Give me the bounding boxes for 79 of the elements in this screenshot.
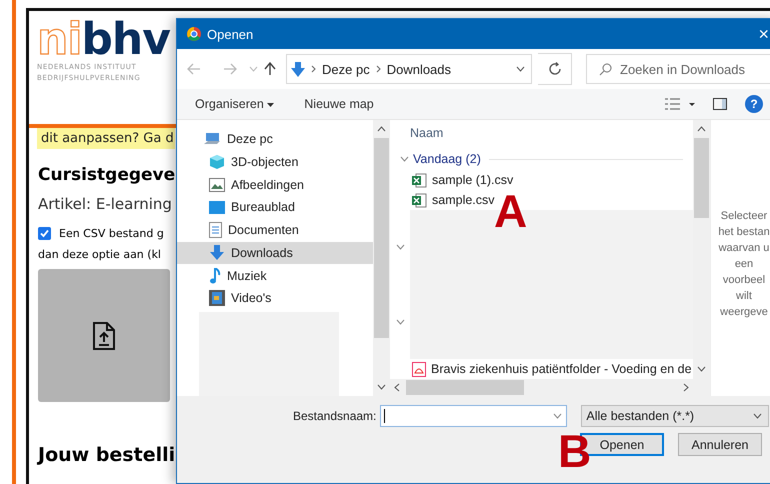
scrollbar-thumb[interactable]	[694, 138, 709, 218]
nav-item[interactable]: Downloads	[177, 242, 373, 264]
pdf-file-icon	[412, 362, 426, 376]
picture-icon	[209, 178, 225, 192]
address-bar[interactable]: Deze pc Downloads	[286, 54, 532, 84]
refresh-button[interactable]	[538, 53, 572, 85]
computer-icon	[203, 132, 221, 146]
preview-hint: een	[734, 257, 754, 272]
document-icon	[209, 222, 222, 238]
search-field[interactable]: Zoeken in Downloads	[586, 54, 770, 84]
search-icon	[599, 62, 612, 76]
chevron-down-icon[interactable]	[516, 66, 525, 72]
article-text: Artikel: E-learning	[38, 195, 172, 213]
preview-hint: weergeve	[720, 305, 768, 320]
chevron-down-icon[interactable]	[396, 318, 405, 325]
scroll-down-icon[interactable]	[697, 366, 706, 372]
scroll-up-icon[interactable]	[377, 126, 386, 132]
cube-icon	[209, 154, 225, 170]
file-item[interactable]: Bravis ziekenhuis patiëntfolder - Voeding en de	[390, 359, 693, 379]
breadcrumb-item[interactable]: Deze pc	[322, 62, 370, 76]
chevron-down-icon[interactable]	[400, 156, 409, 162]
refresh-icon	[548, 62, 562, 76]
film-icon	[209, 290, 225, 306]
option-label: Een CSV bestand g	[59, 227, 164, 240]
nav-item[interactable]: Afbeeldingen	[177, 173, 373, 196]
close-button[interactable]: ×	[758, 24, 769, 44]
spreadsheet-file-icon	[412, 192, 427, 208]
view-list-icon[interactable]	[665, 98, 695, 110]
checkbox[interactable]	[38, 227, 51, 240]
up-arrow-icon[interactable]	[264, 62, 276, 76]
file-item[interactable]: sample (1).csv	[390, 170, 693, 190]
nav-item[interactable]: Bureaublad	[177, 196, 373, 219]
cancel-button[interactable]: Annuleren	[678, 433, 762, 456]
file-upload-icon	[93, 322, 115, 350]
logo[interactable]: nibhv	[37, 19, 177, 61]
music-note-icon	[209, 268, 221, 284]
scroll-up-icon[interactable]	[697, 126, 706, 132]
filename-field[interactable]	[380, 405, 568, 427]
spreadsheet-file-icon	[412, 172, 427, 188]
download-arrow-icon	[209, 244, 225, 261]
chevron-right-icon	[311, 65, 316, 73]
chevron-down-icon[interactable]	[553, 413, 562, 419]
desktop-icon	[209, 200, 225, 214]
column-header[interactable]: Naam	[390, 120, 693, 148]
nav-item[interactable]: Muziek	[177, 264, 373, 287]
chevron-down-icon	[753, 413, 762, 419]
scrollbar-thumb[interactable]	[406, 380, 524, 395]
window-title: Openen	[207, 26, 254, 42]
option-label: dan deze optie aan (kl	[38, 248, 161, 261]
group-header[interactable]: Vandaag (2)	[413, 152, 481, 166]
filename-label: Bestandsnaam:	[293, 409, 376, 423]
scroll-left-icon[interactable]	[394, 383, 400, 392]
section-heading: Cursistgegeve	[38, 165, 176, 185]
chevron-down-icon[interactable]	[396, 244, 405, 250]
scroll-down-icon[interactable]	[377, 384, 386, 390]
scrollbar-thumb[interactable]	[374, 138, 389, 338]
preview-hint: waarvan u	[718, 241, 770, 256]
preview-pane-icon[interactable]	[713, 98, 727, 110]
organise-menu[interactable]: Organiseren	[195, 97, 274, 111]
preview-hint: wilt	[736, 289, 752, 304]
browser-logo-icon	[187, 27, 201, 41]
chevron-right-icon	[376, 65, 381, 73]
notice-text: dit aanpassen? Ga d	[37, 128, 175, 149]
preview-hint: voorbeel	[722, 273, 766, 288]
file-type-dropdown[interactable]: Alle bestanden (*.*)	[581, 405, 770, 427]
download-arrow-icon	[291, 62, 305, 76]
nav-item[interactable]: Video's	[177, 286, 373, 310]
help-button[interactable]: ?	[745, 95, 763, 113]
caret-icon	[267, 102, 274, 107]
section-heading: Jouw bestelli	[38, 444, 176, 466]
nav-item[interactable]: Documenten	[177, 218, 373, 242]
new-folder-button[interactable]: Nieuwe map	[304, 97, 374, 111]
preview-hint: het bestan	[718, 225, 770, 240]
preview-hint: Selecteer	[720, 209, 768, 224]
breadcrumb-item[interactable]: Downloads	[386, 62, 452, 76]
scroll-right-icon[interactable]	[683, 383, 689, 392]
annotation-letter: A	[494, 188, 528, 234]
nav-item[interactable]: 3D-objecten	[177, 150, 373, 174]
nav-item[interactable]: Deze pc	[177, 128, 373, 151]
